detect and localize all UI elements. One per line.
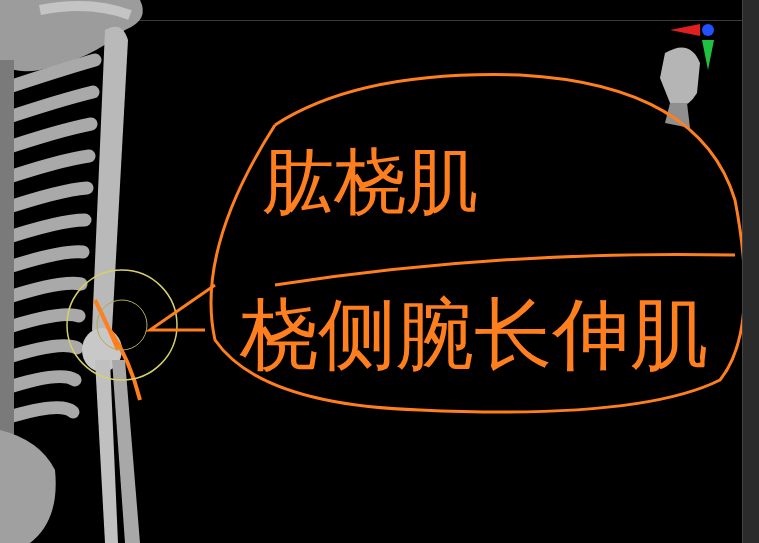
annotation-text: 肱桡肌 xyxy=(262,145,478,217)
annotation-ellipse xyxy=(0,0,742,543)
viewport-border xyxy=(130,20,742,21)
viewport[interactable]: 肱桡肌桡侧腕长伸肌 xyxy=(0,0,742,543)
annotation-text: 桡侧腕长伸肌 xyxy=(240,295,708,373)
skeleton-model[interactable] xyxy=(0,0,260,543)
right-panel xyxy=(742,0,759,543)
app-window: 肱桡肌桡侧腕长伸肌 xyxy=(0,0,759,543)
